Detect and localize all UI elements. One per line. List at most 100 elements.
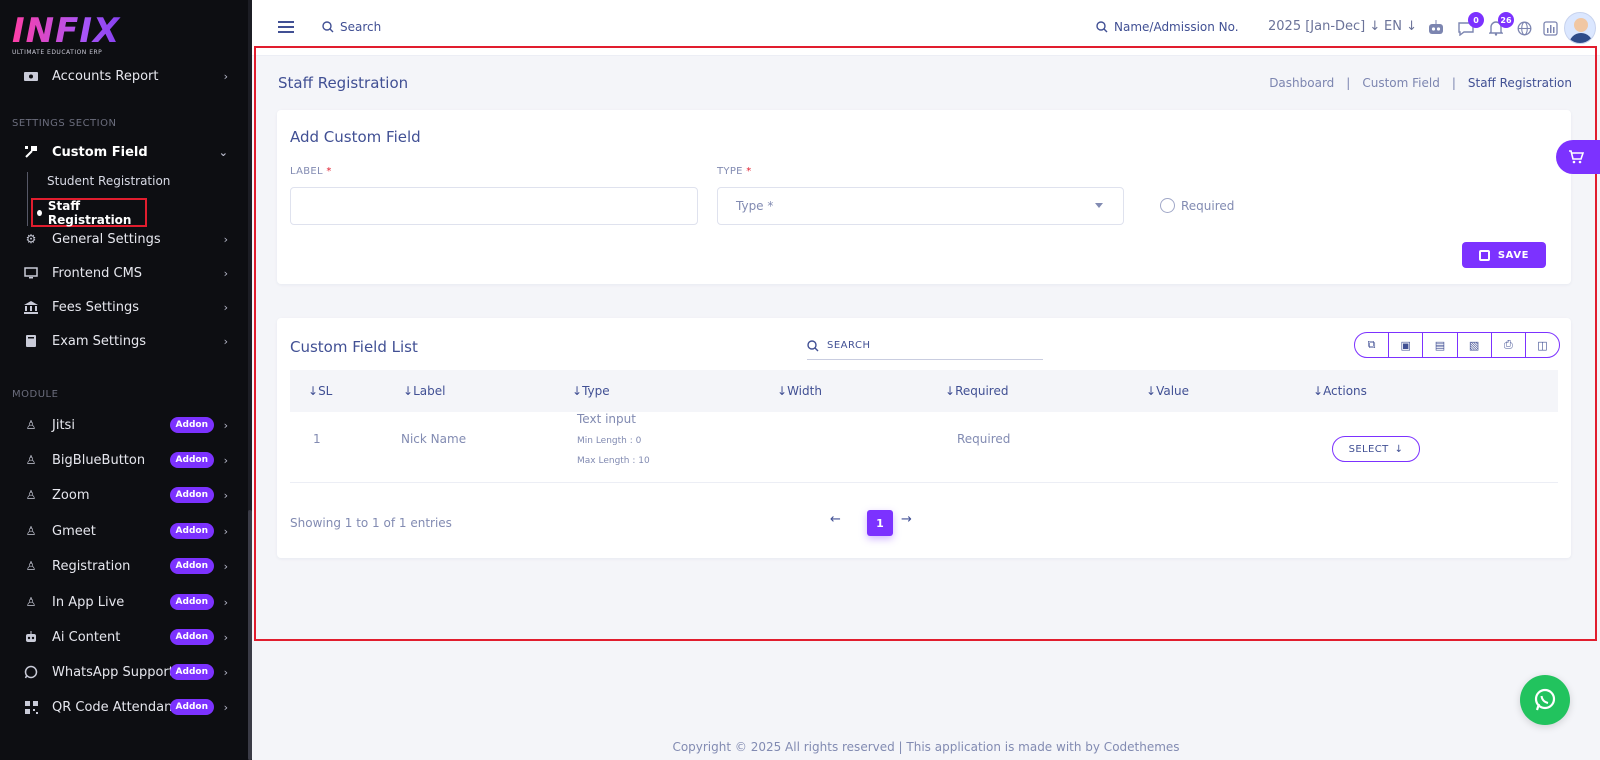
table-header: ↓SL ↓Label ↓Type ↓Width ↓Required ↓Value… [290, 370, 1558, 412]
sidebar-item-qr-code-attendance[interactable]: QR Code Attendance Addon › [0, 693, 248, 721]
sidebar-item-whatsapp-support[interactable]: WhatsApp Support Addon › [0, 658, 248, 686]
chevron-right-icon: › [223, 630, 228, 644]
robot-icon[interactable] [1426, 18, 1446, 38]
menu-toggle-icon[interactable] [278, 21, 294, 33]
column-header-actions[interactable]: ↓Actions [1313, 384, 1367, 398]
desktop-icon [22, 266, 40, 280]
next-page-arrow-icon[interactable]: → [901, 512, 912, 527]
sidebar-scrollbar[interactable] [248, 510, 252, 760]
add-custom-field-title: Add Custom Field [290, 128, 421, 146]
print-button[interactable]: ⎙ [1492, 333, 1526, 357]
chat-icon[interactable]: 0 [1456, 12, 1484, 38]
chat-count-badge: 0 [1468, 12, 1484, 28]
column-header-width[interactable]: ↓Width [777, 384, 822, 398]
addon-badge: Addon [169, 417, 214, 433]
sidebar-item-in-app-live[interactable]: ♙ In App Live Addon › [0, 588, 248, 616]
chevron-right-icon: › [223, 266, 228, 280]
user-icon: ♙ [25, 595, 37, 609]
book-icon [22, 334, 40, 348]
sidebar-item-label: General Settings [52, 231, 161, 247]
column-header-required[interactable]: ↓Required [945, 384, 1008, 398]
sidebar-item-accounts-report[interactable]: Accounts Report › [0, 62, 248, 90]
admission-search[interactable]: Name/Admission No. [1096, 20, 1239, 34]
sidebar-item-jitsi[interactable]: ♙ Jitsi Addon › [0, 411, 248, 439]
bell-icon[interactable]: 26 [1486, 12, 1514, 38]
addon-badge: Addon [169, 699, 214, 715]
sidebar-item-fees-settings[interactable]: Fees Settings › [0, 293, 248, 321]
chevron-down-icon: ⌄ [218, 145, 228, 159]
column-header-label[interactable]: ↓Label [403, 384, 445, 398]
pagination-current-page[interactable]: 1 [867, 510, 893, 536]
sidebar-item-label: Jitsi [52, 417, 75, 433]
cart-icon [1569, 150, 1584, 164]
sidebar: INFIX ULTIMATE EDUCATION ERP Accounts Re… [0, 0, 252, 760]
submenu-staff-registration[interactable]: Staff Registration [31, 198, 147, 227]
addon-badge: Addon [169, 558, 214, 574]
addon-badge: Addon [169, 629, 214, 645]
column-header-sl[interactable]: ↓SL [308, 384, 332, 398]
label-field-label: LABEL * [290, 166, 332, 177]
footer-copyright: Copyright © 2025 All rights reserved | T… [672, 740, 1180, 754]
language-selector[interactable]: EN ↓ [1384, 19, 1417, 34]
topbar: Search Name/Admission No. 2025 [Jan-Dec]… [252, 0, 1600, 56]
logo-brand: INFIX [12, 14, 132, 48]
chevron-right-icon: › [223, 453, 228, 467]
robot-icon [22, 630, 40, 644]
pdf-button[interactable]: ▧ [1458, 333, 1492, 357]
academic-year-selector[interactable]: 2025 [Jan-Dec] ↓ [1268, 19, 1380, 34]
bank-icon [22, 300, 40, 314]
chevron-right-icon: › [223, 232, 228, 246]
addon-badge: Addon [169, 452, 214, 468]
active-dot-icon [37, 209, 42, 216]
save-button-label: SAVE [1497, 249, 1530, 261]
row-action-select-button[interactable]: SELECT ↓ [1332, 436, 1420, 462]
csv-button[interactable]: ▤ [1423, 333, 1458, 357]
column-header-value[interactable]: ↓Value [1146, 384, 1189, 398]
previous-page-arrow-icon[interactable]: ← [830, 512, 841, 527]
sidebar-item-label: Gmeet [52, 523, 96, 539]
breadcrumb-custom-field[interactable]: Custom Field [1362, 76, 1439, 90]
caret-down-icon [1095, 203, 1103, 208]
save-button[interactable]: SAVE [1462, 242, 1546, 268]
sidebar-item-frontend-cms[interactable]: Frontend CMS › [0, 259, 248, 287]
excel-file-icon: ▣ [1400, 338, 1411, 352]
notification-count-badge: 26 [1498, 12, 1514, 28]
type-select[interactable]: Type * [717, 187, 1124, 225]
sidebar-item-bigbluebutton[interactable]: ♙ BigBlueButton Addon › [0, 446, 248, 474]
search-icon [807, 339, 819, 351]
tools-icon [22, 145, 40, 159]
column-header-type[interactable]: ↓Type [572, 384, 610, 398]
floating-cart-button[interactable] [1556, 140, 1600, 174]
sidebar-item-custom-field[interactable]: Custom Field ⌄ [0, 138, 248, 166]
top-search[interactable]: Search [322, 20, 381, 34]
sidebar-item-zoom[interactable]: ♙ Zoom Addon › [0, 481, 248, 509]
cell-sl: 1 [313, 432, 321, 446]
avatar[interactable] [1564, 12, 1596, 44]
sidebar-item-exam-settings[interactable]: Exam Settings › [0, 327, 248, 355]
excel-button[interactable]: ▣ [1389, 333, 1424, 357]
radio-circle-icon [1160, 198, 1175, 213]
logo[interactable]: INFIX ULTIMATE EDUCATION ERP [12, 14, 132, 58]
add-custom-field-card: Add Custom Field LABEL * TYPE * Type * R… [277, 110, 1571, 284]
submenu-line [27, 172, 28, 226]
admission-search-label: Name/Admission No. [1114, 20, 1239, 34]
search-icon [1096, 21, 1108, 33]
user-icon: ♙ [25, 559, 37, 573]
whatsapp-floating-button[interactable] [1520, 675, 1570, 725]
submenu-student-registration[interactable]: Student Registration [47, 174, 170, 188]
chart-icon[interactable] [1540, 18, 1560, 38]
label-input[interactable] [290, 187, 698, 225]
globe-icon[interactable] [1514, 18, 1534, 38]
copy-button[interactable]: ⧉ [1355, 333, 1390, 357]
sidebar-item-general-settings[interactable]: ⚙ General Settings › [0, 225, 248, 253]
floppy-disk-icon [1478, 249, 1490, 261]
list-search-input[interactable]: SEARCH [807, 332, 1043, 360]
sidebar-item-gmeet[interactable]: ♙ Gmeet Addon › [0, 517, 248, 545]
sidebar-item-registration[interactable]: ♙ Registration Addon › [0, 552, 248, 580]
sidebar-item-ai-content[interactable]: Ai Content Addon › [0, 623, 248, 651]
sidebar-item-label: Ai Content [52, 629, 121, 645]
language-label: EN [1384, 19, 1402, 34]
breadcrumb-dashboard[interactable]: Dashboard [1269, 76, 1334, 90]
required-radio[interactable]: Required [1160, 198, 1234, 213]
columns-button[interactable]: ◫ [1526, 333, 1559, 357]
